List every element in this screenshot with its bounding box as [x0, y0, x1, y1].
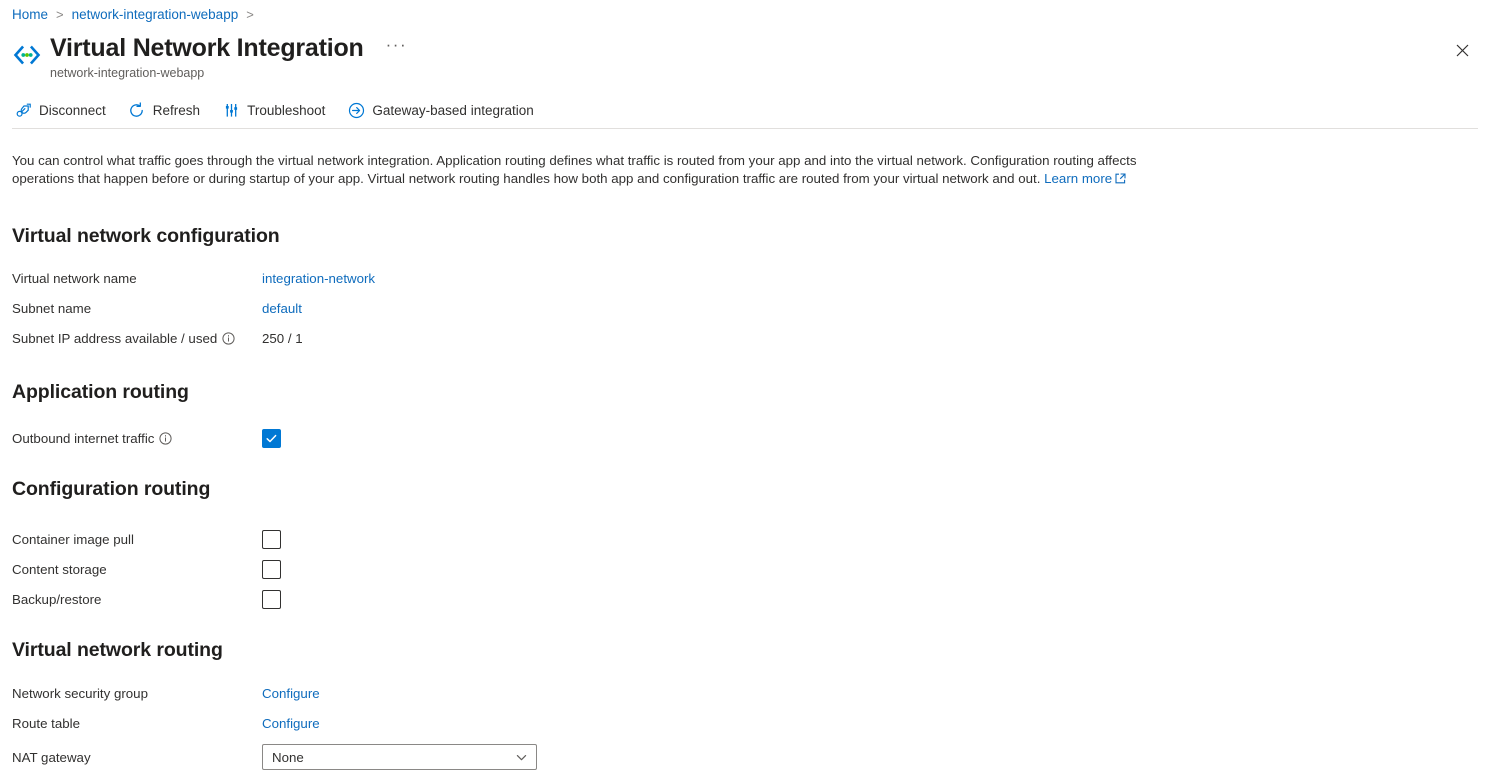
checkbox-backup-restore[interactable] [262, 590, 281, 609]
troubleshoot-label: Troubleshoot [247, 103, 325, 118]
section-heading-vnet-routing: Virtual network routing [12, 637, 1478, 663]
breadcrumb: Home > network-integration-webapp > [12, 6, 262, 24]
gateway-based-integration-label: Gateway-based integration [372, 103, 533, 118]
page-header: Virtual Network Integration ··· network-… [12, 32, 411, 82]
value-subnet-ip-address: 250 / 1 [262, 331, 303, 346]
more-options-icon[interactable]: ··· [382, 36, 411, 54]
label-content-storage: Content storage [12, 562, 262, 577]
troubleshoot-icon [222, 101, 240, 119]
label-nat-gateway: NAT gateway [12, 750, 262, 765]
label-subnet-ip-address-text: Subnet IP address available / used [12, 331, 217, 346]
arrow-right-circle-icon [347, 101, 365, 119]
label-outbound-internet-traffic-text: Outbound internet traffic [12, 431, 154, 446]
command-bar: Disconnect Refresh Troublesh [12, 97, 554, 123]
learn-more-link[interactable]: Learn more [1044, 171, 1112, 186]
disconnect-icon [14, 101, 32, 119]
refresh-icon [128, 101, 146, 119]
breadcrumb-separator: > [56, 6, 64, 24]
disconnect-label: Disconnect [39, 103, 106, 118]
row-nat-gateway: NAT gateway None [12, 742, 1478, 772]
label-backup-restore: Backup/restore [12, 592, 262, 607]
configure-route-table-link[interactable]: Configure [262, 716, 320, 731]
intro-text: You can control what traffic goes throug… [12, 153, 1136, 186]
row-outbound-internet-traffic: Outbound internet traffic [12, 425, 1478, 451]
configuration-routing-rows: Container image pull Content storage [12, 524, 1478, 614]
label-network-security-group: Network security group [12, 686, 262, 701]
application-routing-rows: Outbound internet traffic [12, 425, 1478, 451]
breadcrumb-item-webapp[interactable]: network-integration-webapp [72, 6, 239, 24]
chevron-down-icon [515, 751, 528, 764]
close-button[interactable] [1448, 36, 1476, 64]
close-icon [1456, 44, 1469, 57]
refresh-button[interactable]: Refresh [126, 97, 210, 123]
breadcrumb-separator-end: > [246, 6, 254, 24]
intro-paragraph: You can control what traffic goes throug… [12, 152, 1202, 188]
vnet-config-rows: Virtual network name integration-network… [12, 263, 1478, 353]
vnet-routing-rows: Network security group Configure Route t… [12, 678, 1478, 772]
nat-gateway-selected-value: None [272, 750, 304, 765]
configure-network-security-group-link[interactable]: Configure [262, 686, 320, 701]
check-icon [265, 432, 278, 445]
nat-gateway-dropdown[interactable]: None [262, 744, 537, 770]
main-content: You can control what traffic goes throug… [12, 152, 1478, 772]
value-subnet-name[interactable]: default [262, 301, 302, 316]
checkbox-container-image-pull[interactable] [262, 530, 281, 549]
label-route-table: Route table [12, 716, 262, 731]
section-heading-application-routing: Application routing [12, 379, 1478, 405]
label-virtual-network-name: Virtual network name [12, 271, 262, 286]
page-title-block: Virtual Network Integration ··· network-… [50, 32, 411, 82]
row-subnet-name: Subnet name default [12, 293, 1478, 323]
checkbox-content-storage[interactable] [262, 560, 281, 579]
row-backup-restore: Backup/restore [12, 584, 1478, 614]
label-outbound-internet-traffic: Outbound internet traffic [12, 431, 262, 446]
vnet-integration-icon [12, 40, 42, 70]
section-heading-configuration-routing: Configuration routing [12, 476, 1478, 502]
row-route-table: Route table Configure [12, 708, 1478, 738]
refresh-label: Refresh [153, 103, 200, 118]
section-heading-vnet-config: Virtual network configuration [12, 223, 1478, 249]
toolbar-divider [12, 128, 1478, 129]
row-virtual-network-name: Virtual network name integration-network [12, 263, 1478, 293]
checkbox-outbound-internet-traffic[interactable] [262, 429, 281, 448]
external-link-icon [1115, 171, 1126, 189]
info-icon[interactable] [159, 432, 172, 445]
info-icon[interactable] [222, 332, 235, 345]
page-subtitle: network-integration-webapp [50, 65, 411, 82]
row-network-security-group: Network security group Configure [12, 678, 1478, 708]
label-subnet-ip-address: Subnet IP address available / used [12, 331, 262, 346]
label-container-image-pull: Container image pull [12, 532, 262, 547]
gateway-based-integration-button[interactable]: Gateway-based integration [345, 97, 543, 123]
disconnect-button[interactable]: Disconnect [12, 97, 116, 123]
breadcrumb-item-home[interactable]: Home [12, 6, 48, 24]
row-container-image-pull: Container image pull [12, 524, 1478, 554]
troubleshoot-button[interactable]: Troubleshoot [220, 97, 335, 123]
row-content-storage: Content storage [12, 554, 1478, 584]
value-virtual-network-name[interactable]: integration-network [262, 271, 375, 286]
label-subnet-name: Subnet name [12, 301, 262, 316]
page-title: Virtual Network Integration [50, 32, 364, 64]
row-subnet-ip-address: Subnet IP address available / used 250 /… [12, 323, 1478, 353]
